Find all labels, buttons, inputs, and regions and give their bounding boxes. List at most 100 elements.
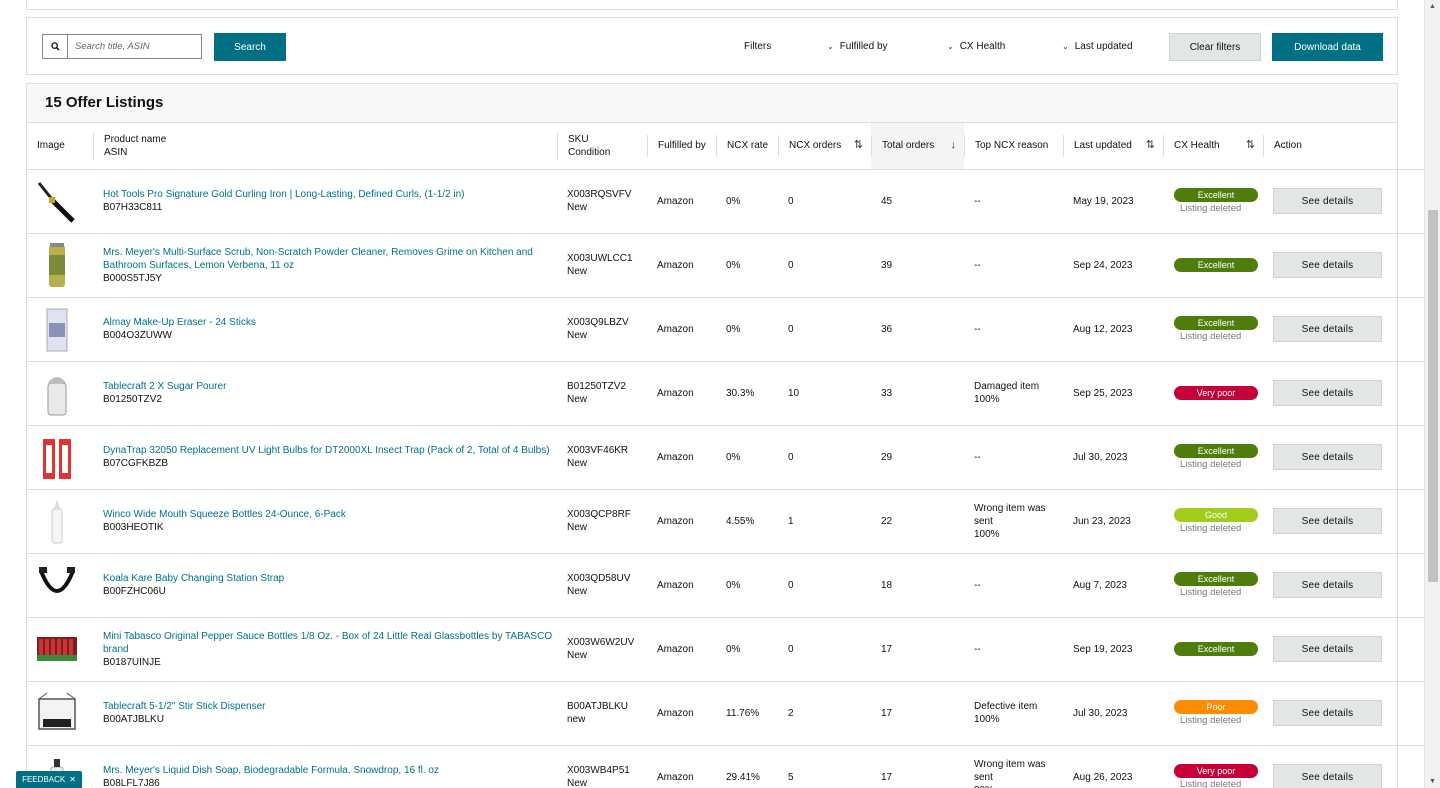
- see-details-button[interactable]: See details: [1273, 508, 1382, 534]
- asin: B07H33C811: [103, 202, 163, 213]
- scrollbar[interactable]: ▲ ▼: [1424, 0, 1440, 788]
- ncx-orders: 5: [778, 745, 871, 788]
- see-details-button[interactable]: See details: [1273, 572, 1382, 598]
- condition: New: [567, 394, 588, 405]
- ncx-rate: 11.76%: [716, 681, 778, 746]
- sku: X003VF46KR: [567, 445, 629, 456]
- fulfilled-by: Amazon: [647, 297, 716, 362]
- see-details-button[interactable]: See details: [1273, 636, 1382, 662]
- see-details-button[interactable]: See details: [1273, 764, 1382, 788]
- product-image: [27, 489, 93, 554]
- col-cx-health[interactable]: CX Health ⇅: [1163, 123, 1263, 170]
- total-orders: 18: [871, 553, 964, 618]
- fulfilled-by: Amazon: [647, 361, 716, 426]
- see-details-button[interactable]: See details: [1273, 316, 1382, 342]
- col-sku: SKU Condition: [557, 123, 647, 170]
- product-image: [27, 425, 93, 490]
- total-orders: 17: [871, 745, 964, 788]
- sort-desc-icon[interactable]: ↓: [951, 139, 957, 152]
- top-ncx-reason: Defective item 100%: [964, 681, 1063, 746]
- product-name-link[interactable]: Mini Tabasco Original Pepper Sauce Bottl…: [103, 631, 552, 655]
- see-details-button[interactable]: See details: [1273, 700, 1382, 726]
- total-orders: 45: [871, 169, 964, 234]
- ncx-rate: 4.55%: [716, 489, 778, 554]
- dropdown-label: Last updated: [1074, 41, 1133, 52]
- ncx-orders: 0: [778, 553, 871, 618]
- feedback-button[interactable]: FEEDBACK ✕: [16, 771, 82, 788]
- scroll-up-icon[interactable]: ▲: [1429, 3, 1436, 10]
- top-ncx-reason: Wrong item was sent80%: [964, 745, 1063, 788]
- condition: New: [567, 522, 588, 533]
- scroll-thumb[interactable]: [1428, 210, 1438, 582]
- product-name-link[interactable]: Winco Wide Mouth Squeeze Bottles 24-Ounc…: [103, 509, 346, 520]
- search-input[interactable]: [68, 35, 201, 58]
- col-ncx-orders[interactable]: NCX orders ⇅: [778, 123, 871, 170]
- product-name-link[interactable]: Hot Tools Pro Signature Gold Curling Iro…: [103, 189, 464, 200]
- close-icon[interactable]: ✕: [69, 775, 76, 784]
- total-orders: 36: [871, 297, 964, 362]
- sort-icon[interactable]: ⇅: [1146, 139, 1155, 152]
- product-image: [27, 361, 93, 426]
- total-orders: 17: [871, 617, 964, 682]
- scroll-down-icon[interactable]: ▼: [1429, 778, 1436, 785]
- see-details-button[interactable]: See details: [1273, 380, 1382, 406]
- sku: X003RQSVFV: [567, 189, 632, 200]
- total-orders: 29: [871, 425, 964, 490]
- sku: X003QD58UV: [567, 573, 631, 584]
- sku: X003QCP8RF: [567, 509, 631, 520]
- listings-card: 15 Offer Listings Image Product name ASIN…: [26, 83, 1440, 788]
- total-orders: 33: [871, 361, 964, 426]
- sort-icon[interactable]: ⇅: [1246, 139, 1255, 152]
- cx-health-dropdown[interactable]: ⌄ CX Health: [947, 41, 1005, 52]
- condition: New: [567, 586, 588, 597]
- col-image: Image: [27, 123, 93, 170]
- total-orders: 39: [871, 233, 964, 298]
- condition: New: [567, 458, 588, 469]
- table-row: Winco Wide Mouth Squeeze Bottles 24-Ounc…: [27, 489, 1440, 554]
- table-header-row: Image Product name ASIN SKU Condition Fulf…: [27, 123, 1440, 170]
- listing-deleted-label: Listing deleted: [1180, 330, 1242, 342]
- product-name-link[interactable]: Tablecraft 2 X Sugar Pourer: [103, 381, 226, 392]
- ncx-rate: 0%: [716, 297, 778, 362]
- see-details-button[interactable]: See details: [1273, 444, 1382, 470]
- col-last-updated[interactable]: Last updated ⇅: [1063, 123, 1163, 170]
- top-ncx-reason: --: [964, 617, 1063, 682]
- col-total-orders[interactable]: Total orders ↓: [871, 123, 964, 170]
- product-name-link[interactable]: Mrs. Meyer's Multi-Surface Scrub, Non-Sc…: [103, 247, 533, 271]
- sku: B01250TZV2: [567, 381, 626, 392]
- condition: New: [567, 778, 588, 788]
- sort-icon[interactable]: ⇅: [854, 139, 863, 152]
- listing-deleted-label: Listing deleted: [1180, 458, 1242, 470]
- see-details-button[interactable]: See details: [1273, 188, 1382, 214]
- sku: X003Q9LBZV: [567, 317, 629, 328]
- last-updated: Jul 30, 2023: [1063, 681, 1163, 746]
- product-image: [27, 297, 93, 362]
- fulfilled-by-dropdown[interactable]: ⌄ Fulfilled by: [827, 41, 888, 52]
- cx-health-badge: Good: [1174, 507, 1258, 522]
- cx-health-badge: Excellent: [1174, 642, 1258, 656]
- product-name-link[interactable]: Mrs. Meyer's Liquid Dish Soap, Biodegrad…: [103, 765, 439, 776]
- ncx-orders: 0: [778, 297, 871, 362]
- last-updated: Sep 25, 2023: [1063, 361, 1163, 426]
- product-name-link[interactable]: Koala Kare Baby Changing Station Strap: [103, 573, 284, 584]
- filter-bar: Search Filters ⌄ Fulfilled by ⌄ CX Healt…: [26, 17, 1398, 75]
- last-updated-dropdown[interactable]: ⌄ Last updated: [1062, 41, 1133, 52]
- cx-health-badge: Excellent: [1174, 443, 1258, 458]
- sku: X003WB4P51: [567, 765, 630, 776]
- asin: B00FZHC06U: [103, 586, 166, 597]
- ncx-rate: 0%: [716, 169, 778, 234]
- product-name-link[interactable]: Tablecraft 5-1/2" Stir Stick Dispenser: [103, 701, 266, 712]
- download-data-button[interactable]: Download data: [1272, 33, 1383, 61]
- search-button[interactable]: Search: [214, 33, 286, 61]
- top-ncx-reason: --: [964, 233, 1063, 298]
- clear-filters-button[interactable]: Clear filters: [1169, 33, 1261, 61]
- top-ncx-reason: --: [964, 297, 1063, 362]
- product-image: [27, 233, 93, 298]
- product-name-link[interactable]: DynaTrap 32050 Replacement UV Light Bulb…: [103, 445, 550, 456]
- listing-deleted-label: Listing deleted: [1180, 522, 1242, 534]
- ncx-rate: 0%: [716, 617, 778, 682]
- asin: B07CGFKBZB: [103, 458, 169, 469]
- product-name-link[interactable]: Almay Make-Up Eraser - 24 Sticks: [103, 317, 256, 328]
- table-row: DynaTrap 32050 Replacement UV Light Bulb…: [27, 425, 1440, 490]
- see-details-button[interactable]: See details: [1273, 252, 1382, 278]
